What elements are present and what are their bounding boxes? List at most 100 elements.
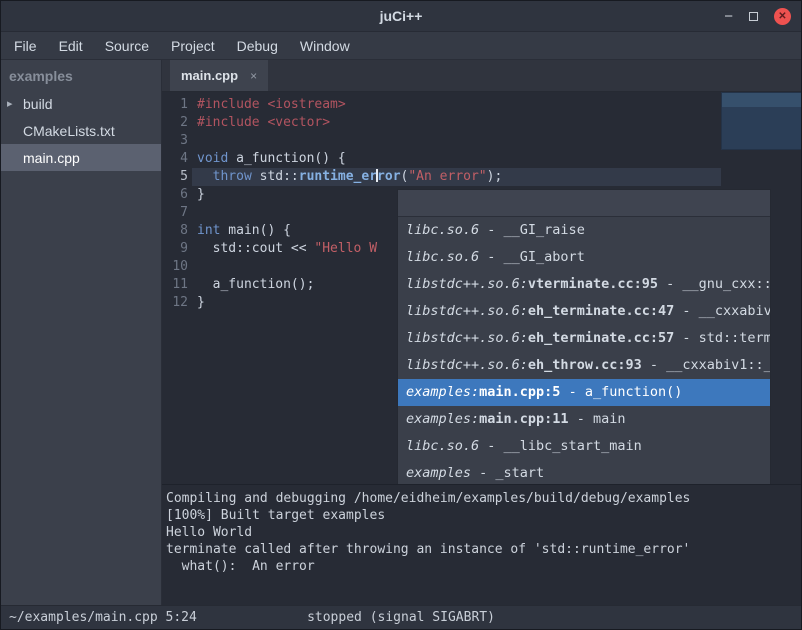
line-number: 12 [162, 294, 197, 312]
code-editor[interactable]: 1#include <iostream>2#include <vector>34… [162, 92, 801, 484]
main-area: examples ▸ build CMakeLists.txt main.cpp ma… [1, 60, 801, 605]
tab-main-cpp[interactable]: main.cpp × [170, 60, 268, 91]
menu-item-source[interactable]: Source [94, 35, 160, 57]
line-number: 11 [162, 276, 197, 294]
backtrace-file-line: main.cpp:5 [479, 384, 560, 400]
window-title: juCi++ [380, 8, 423, 24]
terminal-line: [100%] Built target examples [166, 507, 797, 524]
line-number: 5 [162, 168, 197, 186]
file-location-status: ~/examples/main.cpp 5:24 [1, 610, 197, 625]
code-segment [197, 169, 213, 184]
code-segment: main() { [220, 223, 290, 238]
code-segment: std::cout << [197, 241, 314, 256]
code-segment: #include <iostream> [197, 97, 346, 112]
backtrace-item[interactable]: libstdc++.so.6:eh_throw.cc:93 - __cxxabi… [398, 352, 770, 379]
backtrace-symbol: - a_function() [560, 384, 682, 400]
code-segment: } [197, 187, 205, 202]
backtrace-item[interactable]: libc.so.6 - __GI_raise [398, 217, 770, 244]
tree-item-label: build [23, 96, 53, 112]
editor-line[interactable]: 3 [162, 132, 801, 150]
close-icon[interactable]: ✕ [774, 8, 791, 25]
editor-line[interactable]: 4void a_function() { [162, 150, 801, 168]
code-segment: a_function() { [228, 151, 345, 166]
file-tree: ▸ build CMakeLists.txt main.cpp [1, 90, 161, 171]
terminal-line: what(): An error [166, 558, 797, 575]
project-root-label: examples [1, 60, 161, 90]
backtrace-item[interactable]: examples:main.cpp:5 - a_function() [398, 379, 770, 406]
title-bar[interactable]: juCi++ − ✕ [1, 1, 801, 32]
backtrace-module: libc.so.6 [406, 249, 479, 265]
code-segment: runtime_er [299, 169, 377, 184]
editor-overlay-box [721, 92, 801, 150]
backtrace-list: libc.so.6 - __GI_raiselibc.so.6 - __GI_a… [398, 217, 770, 484]
tab-close-icon[interactable]: × [250, 69, 257, 83]
line-code: #include <vector> [197, 114, 330, 132]
code-segment: throw [213, 169, 252, 184]
tree-item-main.cpp[interactable]: main.cpp [1, 144, 161, 171]
backtrace-module: libc.so.6 [406, 222, 479, 238]
backtrace-item[interactable]: examples:main.cpp:11 - main [398, 406, 770, 433]
window-controls: − ✕ [724, 1, 791, 31]
line-code: std::cout << "Hello W [197, 240, 377, 258]
code-segment: a_function(); [197, 277, 314, 292]
line-number: 7 [162, 204, 197, 222]
line-code: int main() { [197, 222, 291, 240]
menu-item-edit[interactable]: Edit [48, 35, 94, 57]
editor-line[interactable]: 5 throw std::runtime_error("An error"); [162, 168, 801, 186]
backtrace-symbol: - std::terminate() [674, 330, 770, 346]
backtrace-module: libstdc++.so.6: [406, 303, 528, 319]
backtrace-file-line: eh_terminate.cc:57 [528, 330, 674, 346]
output-terminal[interactable]: Compiling and debugging /home/eidheim/ex… [162, 484, 801, 605]
line-code: a_function(); [197, 276, 314, 294]
backtrace-item[interactable]: libc.so.6 - __libc_start_main [398, 433, 770, 460]
backtrace-item[interactable]: libstdc++.so.6:vterminate.cc:95 - __gnu_… [398, 271, 770, 298]
terminal-line: Hello World [166, 524, 797, 541]
tree-item-CMakeLists.txt[interactable]: CMakeLists.txt [1, 117, 161, 144]
status-bar: stopped (signal SIGABRT) ~/examples/main… [1, 605, 801, 629]
backtrace-file-line: main.cpp:11 [479, 411, 568, 427]
menu-item-window[interactable]: Window [289, 35, 361, 57]
menu-item-project[interactable]: Project [160, 35, 226, 57]
expander-icon[interactable]: ▸ [7, 97, 13, 110]
menu-bar: FileEditSourceProjectDebugWindow [1, 32, 801, 60]
terminal-lines: Compiling and debugging /home/eidheim/ex… [166, 490, 797, 575]
backtrace-module: examples: [406, 384, 479, 400]
editor-column: main.cpp × 1#include <iostream>2#include… [162, 60, 801, 605]
backtrace-item[interactable]: libstdc++.so.6:eh_terminate.cc:57 - std:… [398, 325, 770, 352]
editor-line[interactable]: 2#include <vector> [162, 114, 801, 132]
line-code: } [197, 186, 205, 204]
backtrace-module: libstdc++.so.6: [406, 330, 528, 346]
line-code: #include <iostream> [197, 96, 346, 114]
backtrace-item[interactable]: libstdc++.so.6:eh_terminate.cc:47 - __cx… [398, 298, 770, 325]
tree-item-label: main.cpp [23, 150, 80, 166]
backtrace-popup: libc.so.6 - __GI_raiselibc.so.6 - __GI_a… [397, 189, 771, 484]
backtrace-symbol: - __cxxabiv1::__term [674, 303, 770, 319]
backtrace-module: libc.so.6 [406, 438, 479, 454]
app-window: juCi++ − ✕ FileEditSourceProjectDebugWin… [0, 0, 802, 630]
backtrace-filter-input[interactable] [398, 190, 770, 217]
menu-item-debug[interactable]: Debug [226, 35, 289, 57]
backtrace-symbol: - __libc_start_main [479, 438, 642, 454]
backtrace-module: libstdc++.so.6: [406, 357, 528, 373]
backtrace-symbol: - _start [471, 465, 544, 481]
editor-line[interactable]: 1#include <iostream> [162, 96, 801, 114]
code-segment: "Hello W [314, 241, 377, 256]
backtrace-item[interactable]: libc.so.6 - __GI_abort [398, 244, 770, 271]
backtrace-item[interactable]: examples - _start [398, 460, 770, 484]
tab-label: main.cpp [181, 68, 238, 83]
file-explorer: examples ▸ build CMakeLists.txt main.cpp [1, 60, 162, 605]
code-segment: ); [487, 169, 503, 184]
backtrace-file-line: eh_terminate.cc:47 [528, 303, 674, 319]
minimize-icon[interactable]: − [724, 9, 733, 24]
line-code: void a_function() { [197, 150, 346, 168]
code-segment: } [197, 295, 205, 310]
maximize-icon[interactable] [749, 12, 758, 21]
line-number: 4 [162, 150, 197, 168]
backtrace-symbol: - __GI_raise [479, 222, 585, 238]
terminal-line: terminate called after throwing an insta… [166, 541, 797, 558]
backtrace-symbol: - __GI_abort [479, 249, 585, 265]
menu-item-file[interactable]: File [3, 35, 48, 57]
line-code: } [197, 294, 205, 312]
tree-item-build[interactable]: ▸ build [1, 90, 161, 117]
line-number: 8 [162, 222, 197, 240]
